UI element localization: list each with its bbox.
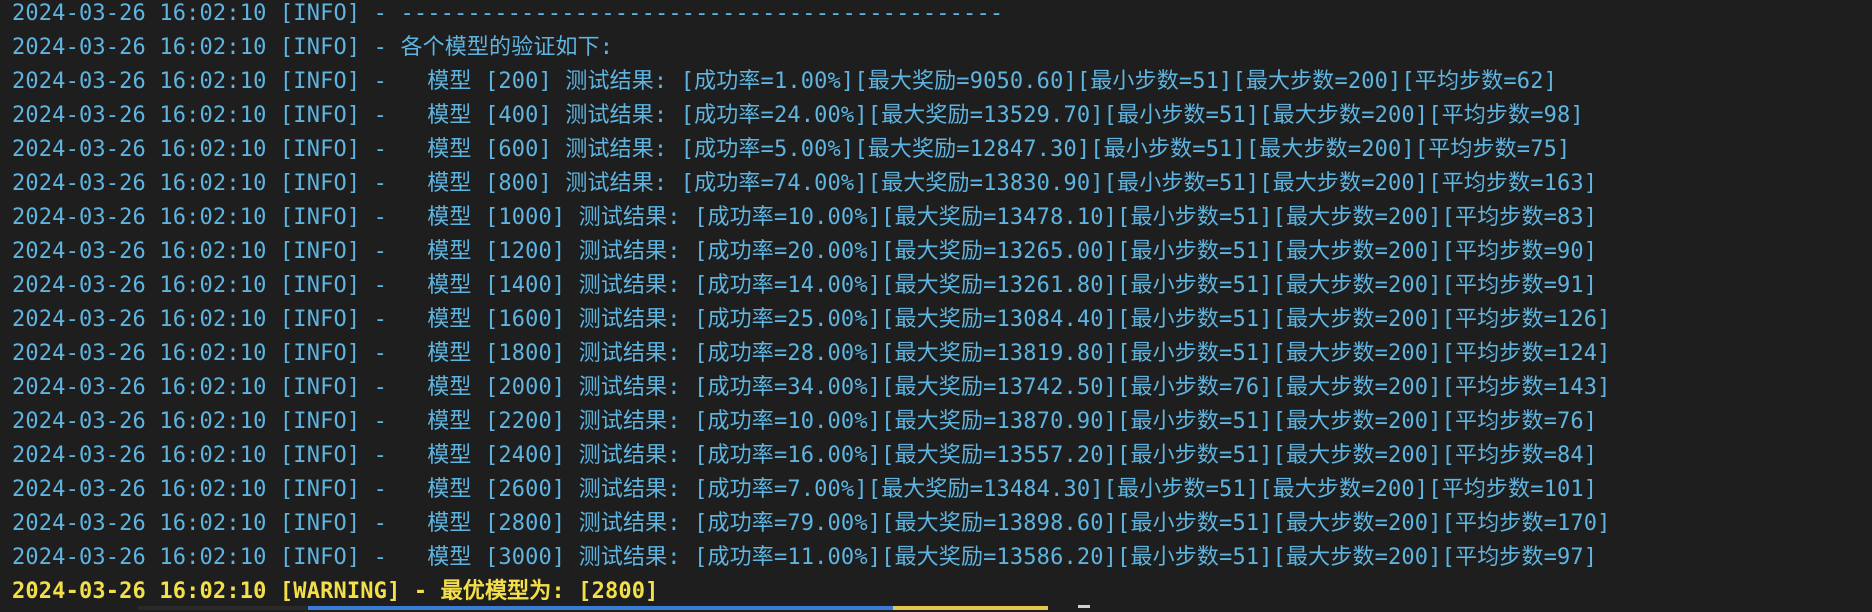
log-line-model-200: 2024-03-26 16:02:10 [INFO] - 模型 [200] 测试… [12,69,1557,94]
log-line-model-400: 2024-03-26 16:02:10 [INFO] - 模型 [400] 测试… [12,103,1584,128]
log-line-header: 2024-03-26 16:02:10 [INFO] - 各个模型的验证如下: [12,35,614,60]
log-line-model-2400: 2024-03-26 16:02:10 [INFO] - 模型 [2400] 测… [12,443,1598,468]
log-line-model-2800: 2024-03-26 16:02:10 [INFO] - 模型 [2800] 测… [12,511,1611,536]
log-line-model-3000: 2024-03-26 16:02:10 [INFO] - 模型 [3000] 测… [12,545,1598,570]
log-line-model-1000: 2024-03-26 16:02:10 [INFO] - 模型 [1000] 测… [12,205,1598,230]
log-line-model-2200: 2024-03-26 16:02:10 [INFO] - 模型 [2200] 测… [12,409,1598,434]
log-line-model-2000: 2024-03-26 16:02:10 [INFO] - 模型 [2000] 测… [12,375,1611,400]
log-line-model-600: 2024-03-26 16:02:10 [INFO] - 模型 [600] 测试… [12,137,1571,162]
log-line-model-800: 2024-03-26 16:02:10 [INFO] - 模型 [800] 测试… [12,171,1598,196]
status-strip [0,606,1872,610]
log-line-separator: 2024-03-26 16:02:10 [INFO] - -----------… [12,1,1004,26]
log-line-model-2600: 2024-03-26 16:02:10 [INFO] - 模型 [2600] 测… [12,477,1598,502]
log-line-model-1800: 2024-03-26 16:02:10 [INFO] - 模型 [1800] 测… [12,341,1611,366]
status-segment-yellow [893,606,1048,610]
log-line-model-1400: 2024-03-26 16:02:10 [INFO] - 模型 [1400] 测… [12,273,1598,298]
status-segment-blue [308,606,893,610]
log-line-model-1200: 2024-03-26 16:02:10 [INFO] - 模型 [1200] 测… [12,239,1598,264]
status-segment [138,606,308,610]
cursor-mark [1078,605,1090,608]
terminal-output[interactable]: 2024-03-26 16:02:10 [INFO] - -----------… [12,0,1862,604]
log-line-model-1600: 2024-03-26 16:02:10 [INFO] - 模型 [1600] 测… [12,307,1611,332]
